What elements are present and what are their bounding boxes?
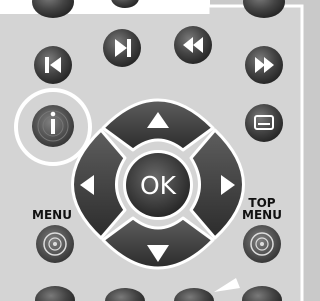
top-menu-button[interactable] xyxy=(243,225,281,263)
panel-top-edge xyxy=(0,0,210,14)
skip-back-button[interactable] xyxy=(34,46,72,84)
menu-label: MENU xyxy=(32,208,72,222)
fast-forward-button[interactable] xyxy=(245,46,283,84)
top-menu-label-line2: MENU xyxy=(242,208,282,222)
skip-forward-button[interactable] xyxy=(103,29,141,67)
remote-graphic: OK MENU TOP MENU xyxy=(0,0,310,301)
menu-button[interactable] xyxy=(36,225,74,263)
rewind-button[interactable] xyxy=(174,26,212,64)
info-button[interactable] xyxy=(32,105,74,147)
info-icon xyxy=(50,111,56,134)
remote-control: OK MENU TOP MENU xyxy=(0,0,310,301)
ok-label: OK xyxy=(140,171,177,200)
subtitle-button[interactable] xyxy=(245,104,283,142)
ok-button[interactable]: OK xyxy=(123,150,193,220)
